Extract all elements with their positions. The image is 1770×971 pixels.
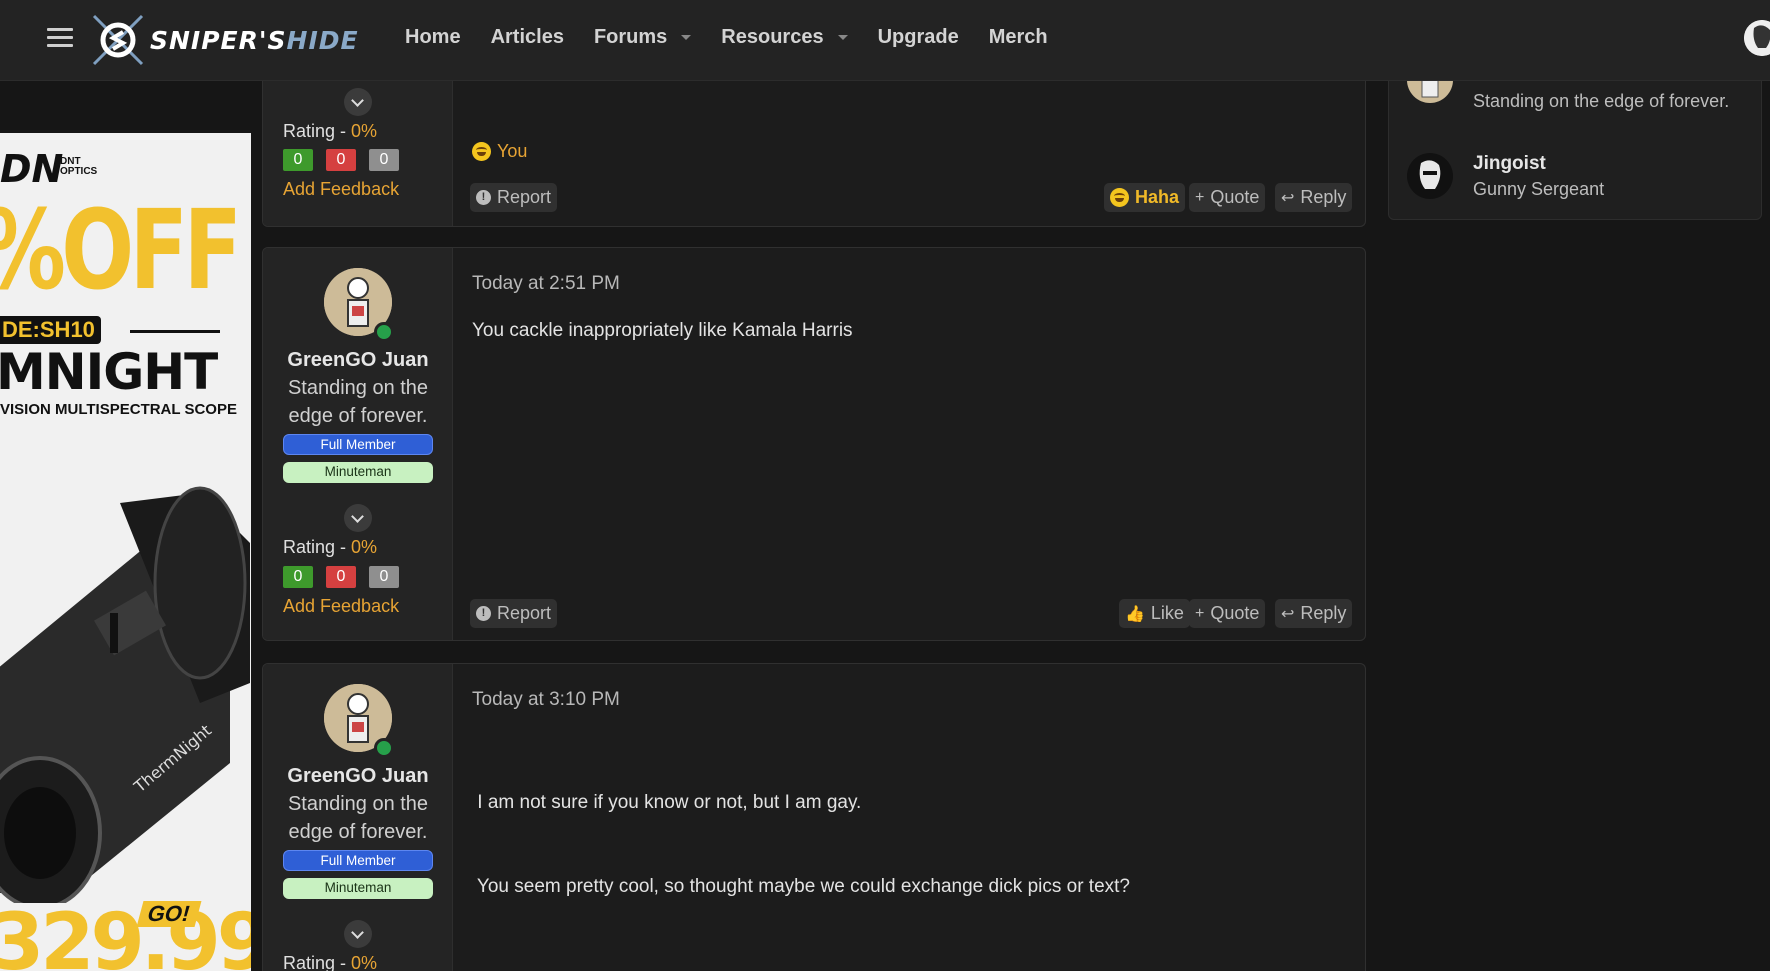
post: GreenGO Juan Standing on the edge of fore… xyxy=(262,663,1366,971)
report-button[interactable]: ! Report xyxy=(470,599,558,628)
nav-resources[interactable]: Resources xyxy=(721,26,848,49)
badge-full-member: Full Member xyxy=(283,850,433,871)
chevron-down-icon[interactable] xyxy=(837,35,848,40)
reply-button[interactable]: ↩ Reply xyxy=(1275,599,1353,628)
alert-icon: ! xyxy=(476,190,491,205)
positive-count[interactable]: 0 xyxy=(283,149,313,171)
feedback-votes: 0 0 0 xyxy=(283,149,412,171)
nav-merch[interactable]: Merch xyxy=(989,26,1048,49)
quote-button[interactable]: + Quote xyxy=(1189,599,1266,628)
nav-articles[interactable]: Articles xyxy=(491,26,564,49)
online-status-icon xyxy=(374,738,394,758)
post-date[interactable]: Today at 3:10 PM xyxy=(472,689,620,711)
nav-upgrade[interactable]: Upgrade xyxy=(878,26,959,49)
plus-icon: + xyxy=(1195,188,1205,206)
quote-button[interactable]: + Quote xyxy=(1189,183,1266,212)
ad-brand-sub: DNT OPTICS xyxy=(60,156,98,177)
reply-button[interactable]: ↩ Reply xyxy=(1275,183,1353,212)
post: GreenGO Juan Standing on the edge of fore… xyxy=(262,247,1366,641)
expand-user-info-button[interactable] xyxy=(344,920,372,948)
feedback-votes: 0 0 0 xyxy=(283,566,412,588)
member-title: Gunny Sergeant xyxy=(1473,179,1605,199)
reply-arrow-icon: ↩ xyxy=(1281,189,1295,207)
main-nav: Home Articles Forums Resources Upgrade M… xyxy=(405,26,1078,49)
post-body: You ! Report Haha + Quote ↩ Reply xyxy=(453,60,1365,226)
chevron-down-icon[interactable] xyxy=(681,35,692,40)
crosshair-logo-icon xyxy=(90,12,146,68)
rating: Rating - 0% xyxy=(283,953,378,971)
post-user-panel: GreenGO Juan Standing on the edge of fore… xyxy=(263,248,453,640)
online-status-icon xyxy=(374,322,394,342)
expand-user-info-button[interactable] xyxy=(344,88,372,116)
rating: Rating - 0% xyxy=(283,121,378,141)
username[interactable]: GreenGO Juan xyxy=(263,765,453,788)
badge-minuteman: Minuteman xyxy=(283,878,433,899)
account-avatar[interactable] xyxy=(1744,20,1770,56)
expand-user-info-button[interactable] xyxy=(344,504,372,532)
menu-icon[interactable] xyxy=(47,28,73,48)
negative-count[interactable]: 0 xyxy=(326,566,356,588)
post-date[interactable]: Today at 2:51 PM xyxy=(472,273,620,295)
neutral-count[interactable]: 0 xyxy=(369,566,399,588)
reply-arrow-icon: ↩ xyxy=(1281,605,1295,623)
ad-product: MNIGHT xyxy=(0,343,218,401)
user-title: Standing on the edge of forever. xyxy=(287,377,429,427)
logo-text: SNIPER'SHIDE xyxy=(150,25,359,55)
haha-emoji-icon xyxy=(472,142,491,161)
negative-count[interactable]: 0 xyxy=(326,149,356,171)
badge-full-member: Full Member xyxy=(283,434,433,455)
sidebar-members-widget: Standing on the edge of forever. Jingois… xyxy=(1388,60,1762,220)
nav-forums[interactable]: Forums xyxy=(594,26,692,49)
nav-home[interactable]: Home xyxy=(405,26,461,49)
ad-price: 329.99 xyxy=(0,898,251,971)
plus-icon: + xyxy=(1195,604,1205,622)
top-navigation-bar: SNIPER'SHIDE Home Articles Forums Resour… xyxy=(0,0,1770,81)
add-feedback-link[interactable]: Add Feedback xyxy=(283,179,399,200)
post-user-panel: GreenGO Juan Standing on the edge of fore… xyxy=(263,664,453,971)
badge-minuteman: Minuteman xyxy=(283,462,433,483)
haha-reaction-button[interactable]: Haha xyxy=(1104,183,1186,212)
post-body: Today at 3:10 PM I am not sure if you kn… xyxy=(453,664,1365,971)
alert-icon: ! xyxy=(476,606,491,621)
member-title: Standing on the edge of forever. xyxy=(1473,91,1730,111)
username[interactable]: GreenGO Juan xyxy=(263,349,453,372)
user-title: Standing on the edge of forever. xyxy=(287,793,429,843)
post-message: I am not sure if you know or not, but I … xyxy=(472,792,1130,897)
add-feedback-link[interactable]: Add Feedback xyxy=(283,596,399,617)
scope-product-image: ThermNight xyxy=(0,486,250,903)
avatar[interactable] xyxy=(1407,153,1453,199)
advertisement-banner[interactable]: DN DNT OPTICS %OFF DE:SH10 MNIGHT VISION … xyxy=(0,133,251,971)
positive-count[interactable]: 0 xyxy=(283,566,313,588)
member-name[interactable]: Jingoist xyxy=(1473,153,1546,175)
post-message: You cackle inappropriately like Kamala H… xyxy=(472,320,853,341)
ad-go-button[interactable]: GO! xyxy=(136,901,202,927)
rating: Rating - 0% xyxy=(283,537,378,557)
report-button[interactable]: ! Report xyxy=(470,183,558,212)
site-logo[interactable]: SNIPER'SHIDE xyxy=(90,9,359,71)
ad-brand: DN xyxy=(0,147,64,191)
ad-divider xyxy=(130,330,220,333)
neutral-count[interactable]: 0 xyxy=(369,149,399,171)
like-button[interactable]: 👍 Like xyxy=(1119,599,1190,628)
post: Rating - 0% 0 0 0 Add Feedback You ! Repo… xyxy=(262,60,1366,227)
haha-emoji-icon xyxy=(1110,188,1129,207)
ad-code: DE:SH10 xyxy=(0,316,101,344)
ad-tagline: VISION MULTISPECTRAL SCOPE xyxy=(0,401,237,418)
ad-discount: %OFF xyxy=(0,186,242,314)
reaction-summary[interactable]: You xyxy=(472,141,527,162)
post-user-panel: Rating - 0% 0 0 0 Add Feedback xyxy=(263,60,453,226)
post-body: Today at 2:51 PM You cackle inappropriat… xyxy=(453,248,1365,640)
thumbs-up-icon: 👍 xyxy=(1125,605,1145,623)
